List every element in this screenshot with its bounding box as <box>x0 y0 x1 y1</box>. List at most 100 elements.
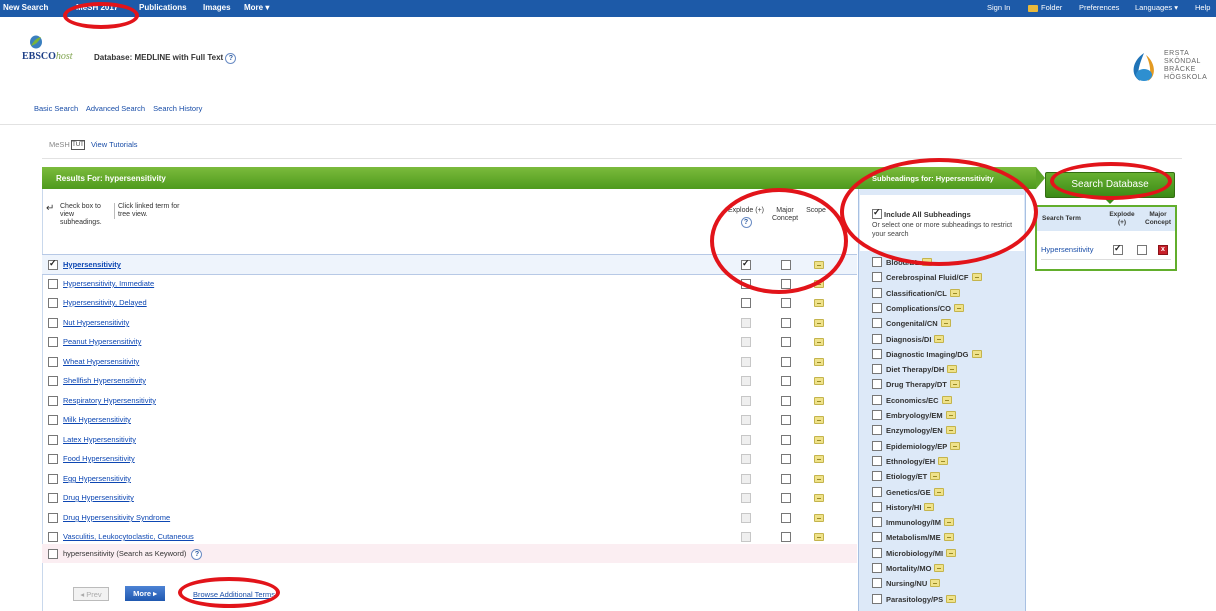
scope-note-icon[interactable] <box>943 533 954 541</box>
subheading-checkbox[interactable] <box>872 288 882 298</box>
browse-additional-terms-link[interactable]: Browse Additional Terms <box>193 590 275 599</box>
subheading-checkbox[interactable] <box>872 334 882 344</box>
major-concept-checkbox[interactable] <box>781 279 791 289</box>
help-link[interactable]: Help <box>1195 3 1210 12</box>
scope-note-icon[interactable] <box>950 442 961 450</box>
subheading-checkbox[interactable] <box>872 349 882 359</box>
major-concept-checkbox[interactable] <box>781 435 791 445</box>
term-link[interactable]: Milk Hypersensitivity <box>63 415 131 424</box>
help-icon[interactable]: ? <box>225 53 237 64</box>
scope-note-icon[interactable] <box>814 533 824 541</box>
scope-note-icon[interactable] <box>934 564 945 572</box>
subheading-checkbox[interactable] <box>872 303 882 313</box>
subheading-checkbox[interactable] <box>872 272 882 282</box>
term-checkbox[interactable] <box>48 376 58 386</box>
term-checkbox[interactable] <box>48 493 58 503</box>
scope-note-icon[interactable] <box>941 396 952 404</box>
explode-checkbox[interactable] <box>741 357 751 367</box>
term-checkbox[interactable] <box>48 258 58 270</box>
scope-note-icon[interactable] <box>930 579 941 587</box>
scope-note-icon[interactable] <box>946 549 957 557</box>
subheading-checkbox[interactable] <box>872 563 882 573</box>
subheading-checkbox[interactable] <box>872 318 882 328</box>
subheading-checkbox[interactable] <box>872 487 882 497</box>
scope-note-icon[interactable] <box>814 377 824 385</box>
term-link[interactable]: Egg Hypersensitivity <box>63 474 131 483</box>
explode-checkbox[interactable] <box>741 337 751 347</box>
scope-note-icon[interactable] <box>814 319 824 327</box>
scope-note-icon[interactable] <box>938 457 949 465</box>
preferences-link[interactable]: Preferences <box>1079 3 1119 12</box>
subheading-checkbox[interactable] <box>872 410 882 420</box>
explode-checkbox[interactable] <box>741 454 751 464</box>
scope-note-icon[interactable] <box>814 358 824 366</box>
term-checkbox[interactable] <box>48 298 58 308</box>
view-tutorials-link[interactable]: View Tutorials <box>91 140 138 149</box>
major-concept-checkbox[interactable] <box>781 415 791 425</box>
term-link[interactable]: Hypersensitivity, Delayed <box>63 298 147 307</box>
subheading-checkbox[interactable] <box>872 257 882 267</box>
term-checkbox[interactable] <box>48 435 58 445</box>
scope-note-icon[interactable] <box>814 338 824 346</box>
explode-checkbox[interactable] <box>741 435 751 445</box>
subheading-checkbox[interactable] <box>872 364 882 374</box>
languages-menu[interactable]: Languages ▾ <box>1135 3 1178 12</box>
term-link[interactable]: Respiratory Hypersensitivity <box>63 396 156 405</box>
subheading-checkbox[interactable] <box>872 594 882 604</box>
scope-note-icon[interactable] <box>814 514 824 522</box>
term-checkbox[interactable] <box>48 513 58 523</box>
subheading-checkbox[interactable] <box>872 425 882 435</box>
term-link[interactable]: Drug Hypersensitivity <box>63 493 134 502</box>
nav-publications[interactable]: Publications <box>139 3 187 12</box>
explode-checkbox[interactable] <box>741 396 751 406</box>
explode-checkbox[interactable] <box>741 415 751 425</box>
scope-note-icon[interactable] <box>940 319 951 327</box>
folder-icon[interactable] <box>1028 5 1038 12</box>
search-entry-major-checkbox[interactable] <box>1137 245 1147 255</box>
basic-search-link[interactable]: Basic Search <box>34 104 78 113</box>
more-button[interactable]: More ▸ <box>125 586 165 601</box>
sign-in-link[interactable]: Sign In <box>987 3 1010 12</box>
term-link[interactable]: Wheat Hypersensitivity <box>63 357 139 366</box>
search-entry-explode-checkbox[interactable] <box>1113 243 1123 255</box>
term-link[interactable]: Shellfish Hypersensitivity <box>63 376 146 385</box>
subheading-checkbox[interactable] <box>872 517 882 527</box>
major-concept-checkbox[interactable] <box>781 298 791 308</box>
search-entry-term[interactable]: Hypersensitivity <box>1041 245 1094 254</box>
scope-note-icon[interactable] <box>946 595 957 603</box>
subheading-checkbox[interactable] <box>872 379 882 389</box>
term-link[interactable]: Hypersensitivity, Immediate <box>63 279 154 288</box>
scope-note-icon[interactable] <box>944 518 954 526</box>
term-link[interactable]: Drug Hypersensitivity Syndrome <box>63 513 170 522</box>
term-link[interactable]: Peanut Hypersensitivity <box>63 337 141 346</box>
scope-note-icon[interactable] <box>924 503 935 511</box>
term-link[interactable]: Food Hypersensitivity <box>63 454 135 463</box>
nav-more[interactable]: More ▾ <box>244 3 269 12</box>
term-checkbox[interactable] <box>48 396 58 406</box>
scope-note-icon[interactable] <box>814 475 824 483</box>
nav-new-search[interactable]: New Search <box>3 3 48 12</box>
major-concept-checkbox[interactable] <box>781 454 791 464</box>
subheading-checkbox[interactable] <box>872 441 882 451</box>
subheading-checkbox[interactable] <box>872 471 882 481</box>
term-checkbox[interactable] <box>48 454 58 464</box>
major-concept-checkbox[interactable] <box>781 532 791 542</box>
keyword-help-icon[interactable]: ? <box>191 549 203 560</box>
scope-note-icon[interactable] <box>814 280 824 288</box>
scope-note-icon[interactable] <box>947 365 958 373</box>
scope-note-icon[interactable] <box>949 289 960 297</box>
subheading-checkbox[interactable] <box>872 395 882 405</box>
scope-note-icon[interactable] <box>930 472 941 480</box>
explode-checkbox[interactable] <box>741 493 751 503</box>
ebsco-logo[interactable]: EBSCOhost <box>22 51 73 62</box>
folder-link[interactable]: Folder <box>1041 3 1062 12</box>
scope-note-icon[interactable] <box>814 299 824 307</box>
scope-note-icon[interactable] <box>814 416 824 424</box>
scope-note-icon[interactable] <box>945 426 956 434</box>
subheading-checkbox[interactable] <box>872 456 882 466</box>
subheading-checkbox[interactable] <box>872 532 882 542</box>
prev-button[interactable]: ◂ Prev <box>73 587 109 601</box>
scope-note-icon[interactable] <box>814 455 824 463</box>
scope-note-icon[interactable] <box>814 397 824 405</box>
scope-note-icon[interactable] <box>971 350 982 358</box>
